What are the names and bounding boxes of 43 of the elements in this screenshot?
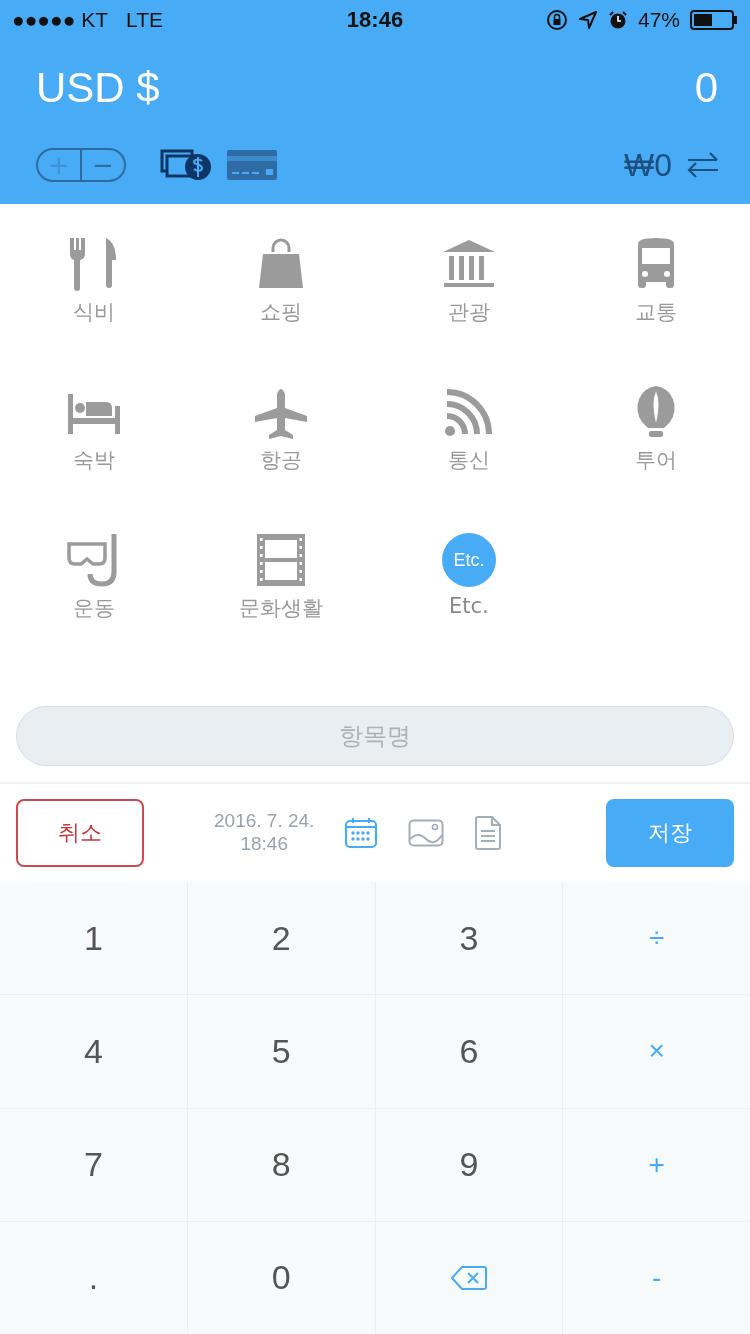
- category-label: 운동: [72, 595, 115, 622]
- number-key[interactable]: 8: [187, 1108, 375, 1221]
- category-label: 식비: [72, 299, 115, 326]
- rotation-lock-icon: [545, 9, 568, 31]
- number-key[interactable]: 6: [375, 995, 563, 1108]
- category-label: 교통: [635, 299, 678, 326]
- number-key[interactable]: 2: [187, 882, 375, 995]
- clock: 18:46: [346, 7, 404, 33]
- network-type: LTE: [126, 8, 164, 32]
- time-text[interactable]: 18:46: [240, 833, 288, 856]
- category-label: 문화생활: [239, 595, 324, 622]
- cancel-button[interactable]: 취소: [16, 799, 144, 867]
- category-label: 쇼핑: [260, 299, 303, 326]
- carrier: ●●●●● KT: [12, 8, 109, 32]
- location-arrow-icon: [577, 10, 598, 30]
- backspace-icon: [450, 1264, 487, 1291]
- number-key[interactable]: 4: [0, 995, 187, 1108]
- number-key[interactable]: 1: [0, 882, 187, 995]
- number-key[interactable]: 5: [187, 995, 375, 1108]
- number-key[interactable]: 0: [187, 1221, 375, 1334]
- swap-arrows-icon[interactable]: [686, 150, 720, 180]
- amount-display: 0: [694, 64, 718, 112]
- number-key[interactable]: 7: [0, 1108, 187, 1221]
- converted-amount: ₩0: [624, 146, 672, 184]
- category-label: 투어: [635, 447, 678, 474]
- date-text[interactable]: 2016. 7. 24.: [214, 810, 315, 833]
- category-label: 관광: [447, 299, 490, 326]
- number-key[interactable]: 9: [375, 1108, 563, 1221]
- number-key[interactable]: .: [0, 1221, 187, 1334]
- alarm-clock-icon: [607, 10, 628, 30]
- document-icon[interactable]: [474, 816, 503, 850]
- category-label: 숙박: [72, 447, 115, 474]
- category-label: 항공: [260, 447, 303, 474]
- image-icon[interactable]: [408, 819, 445, 847]
- item-name-field[interactable]: 항목명: [16, 706, 734, 766]
- category-label: 통신: [447, 447, 490, 474]
- credit-card-icon[interactable]: [226, 149, 278, 181]
- number-key[interactable]: 3: [375, 882, 563, 995]
- battery-icon: [690, 10, 738, 30]
- battery-percent: 47%: [637, 8, 680, 32]
- cash-coin-icon[interactable]: [160, 149, 212, 181]
- calendar-icon[interactable]: [344, 817, 379, 849]
- category-label: Etc.: [448, 594, 489, 618]
